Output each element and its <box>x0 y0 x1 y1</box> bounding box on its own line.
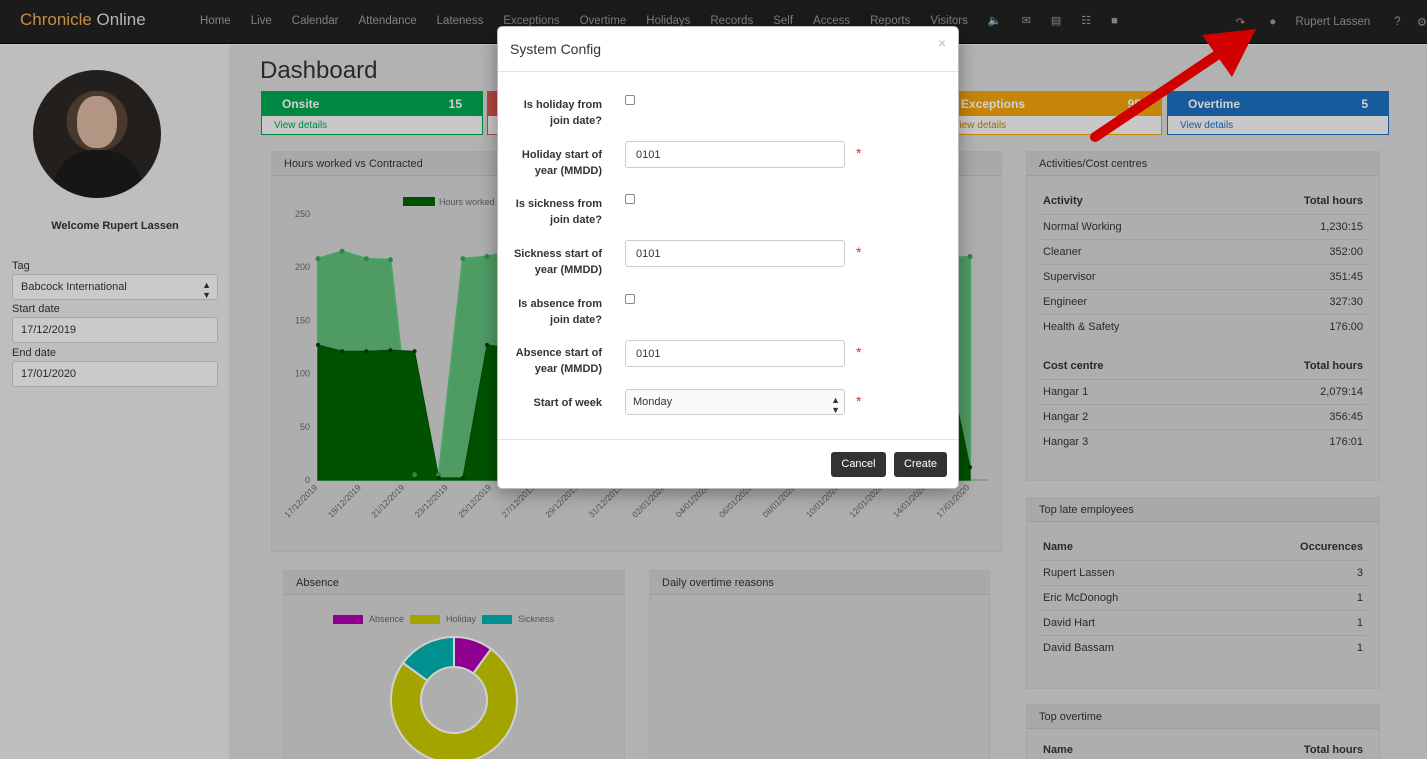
required-mark: * <box>856 344 862 360</box>
label-line: Is sickness from <box>515 198 602 210</box>
absence-start-label: Absence start of year (MMDD) <box>498 345 602 377</box>
label-line: Is absence from <box>518 298 602 310</box>
create-button[interactable]: Create <box>894 452 947 477</box>
required-mark: * <box>856 145 862 161</box>
label-line: Sickness start of <box>513 248 602 260</box>
label-line: Holiday start of <box>521 149 602 161</box>
start-of-week-select[interactable]: Monday ▲ ▼ <box>625 389 845 415</box>
holiday-join-label: Is holiday from join date? <box>498 97 602 129</box>
sickness-join-label: Is sickness from join date? <box>498 196 602 228</box>
label-line: join date? <box>550 115 602 127</box>
absence-start-input[interactable]: 0101 <box>625 340 845 367</box>
label-line: Absence start of <box>515 347 602 359</box>
holiday-start-label: Holiday start of year (MMDD) <box>498 147 602 179</box>
close-icon[interactable]: × <box>938 35 946 51</box>
sickness-start-input[interactable]: 0101 <box>625 240 845 267</box>
sickness-join-checkbox[interactable] <box>625 194 635 204</box>
absence-join-checkbox[interactable] <box>625 294 635 304</box>
cancel-button[interactable]: Cancel <box>831 452 886 477</box>
holiday-join-checkbox[interactable] <box>625 95 635 105</box>
label-line: year (MMDD) <box>534 363 602 375</box>
label-line: year (MMDD) <box>534 264 602 276</box>
modal-title: System Config <box>510 41 602 57</box>
modal-footer-divider <box>498 439 958 440</box>
label-line: join date? <box>550 314 602 326</box>
system-config-modal: System Config × Is holiday from join date… <box>497 26 959 489</box>
select-value: Monday <box>633 396 673 408</box>
updown-icon: ▲ ▼ <box>831 395 840 415</box>
sickness-start-label: Sickness start of year (MMDD) <box>498 246 602 278</box>
label-line: Is holiday from <box>523 99 602 111</box>
holiday-start-input[interactable]: 0101 <box>625 141 845 168</box>
label-line: year (MMDD) <box>534 165 602 177</box>
start-of-week-label: Start of week <box>533 397 602 409</box>
required-mark: * <box>856 244 862 260</box>
absence-join-label: Is absence from join date? <box>498 296 602 328</box>
modal-header-divider <box>498 71 958 72</box>
required-mark: * <box>856 393 862 409</box>
label-line: join date? <box>550 214 602 226</box>
